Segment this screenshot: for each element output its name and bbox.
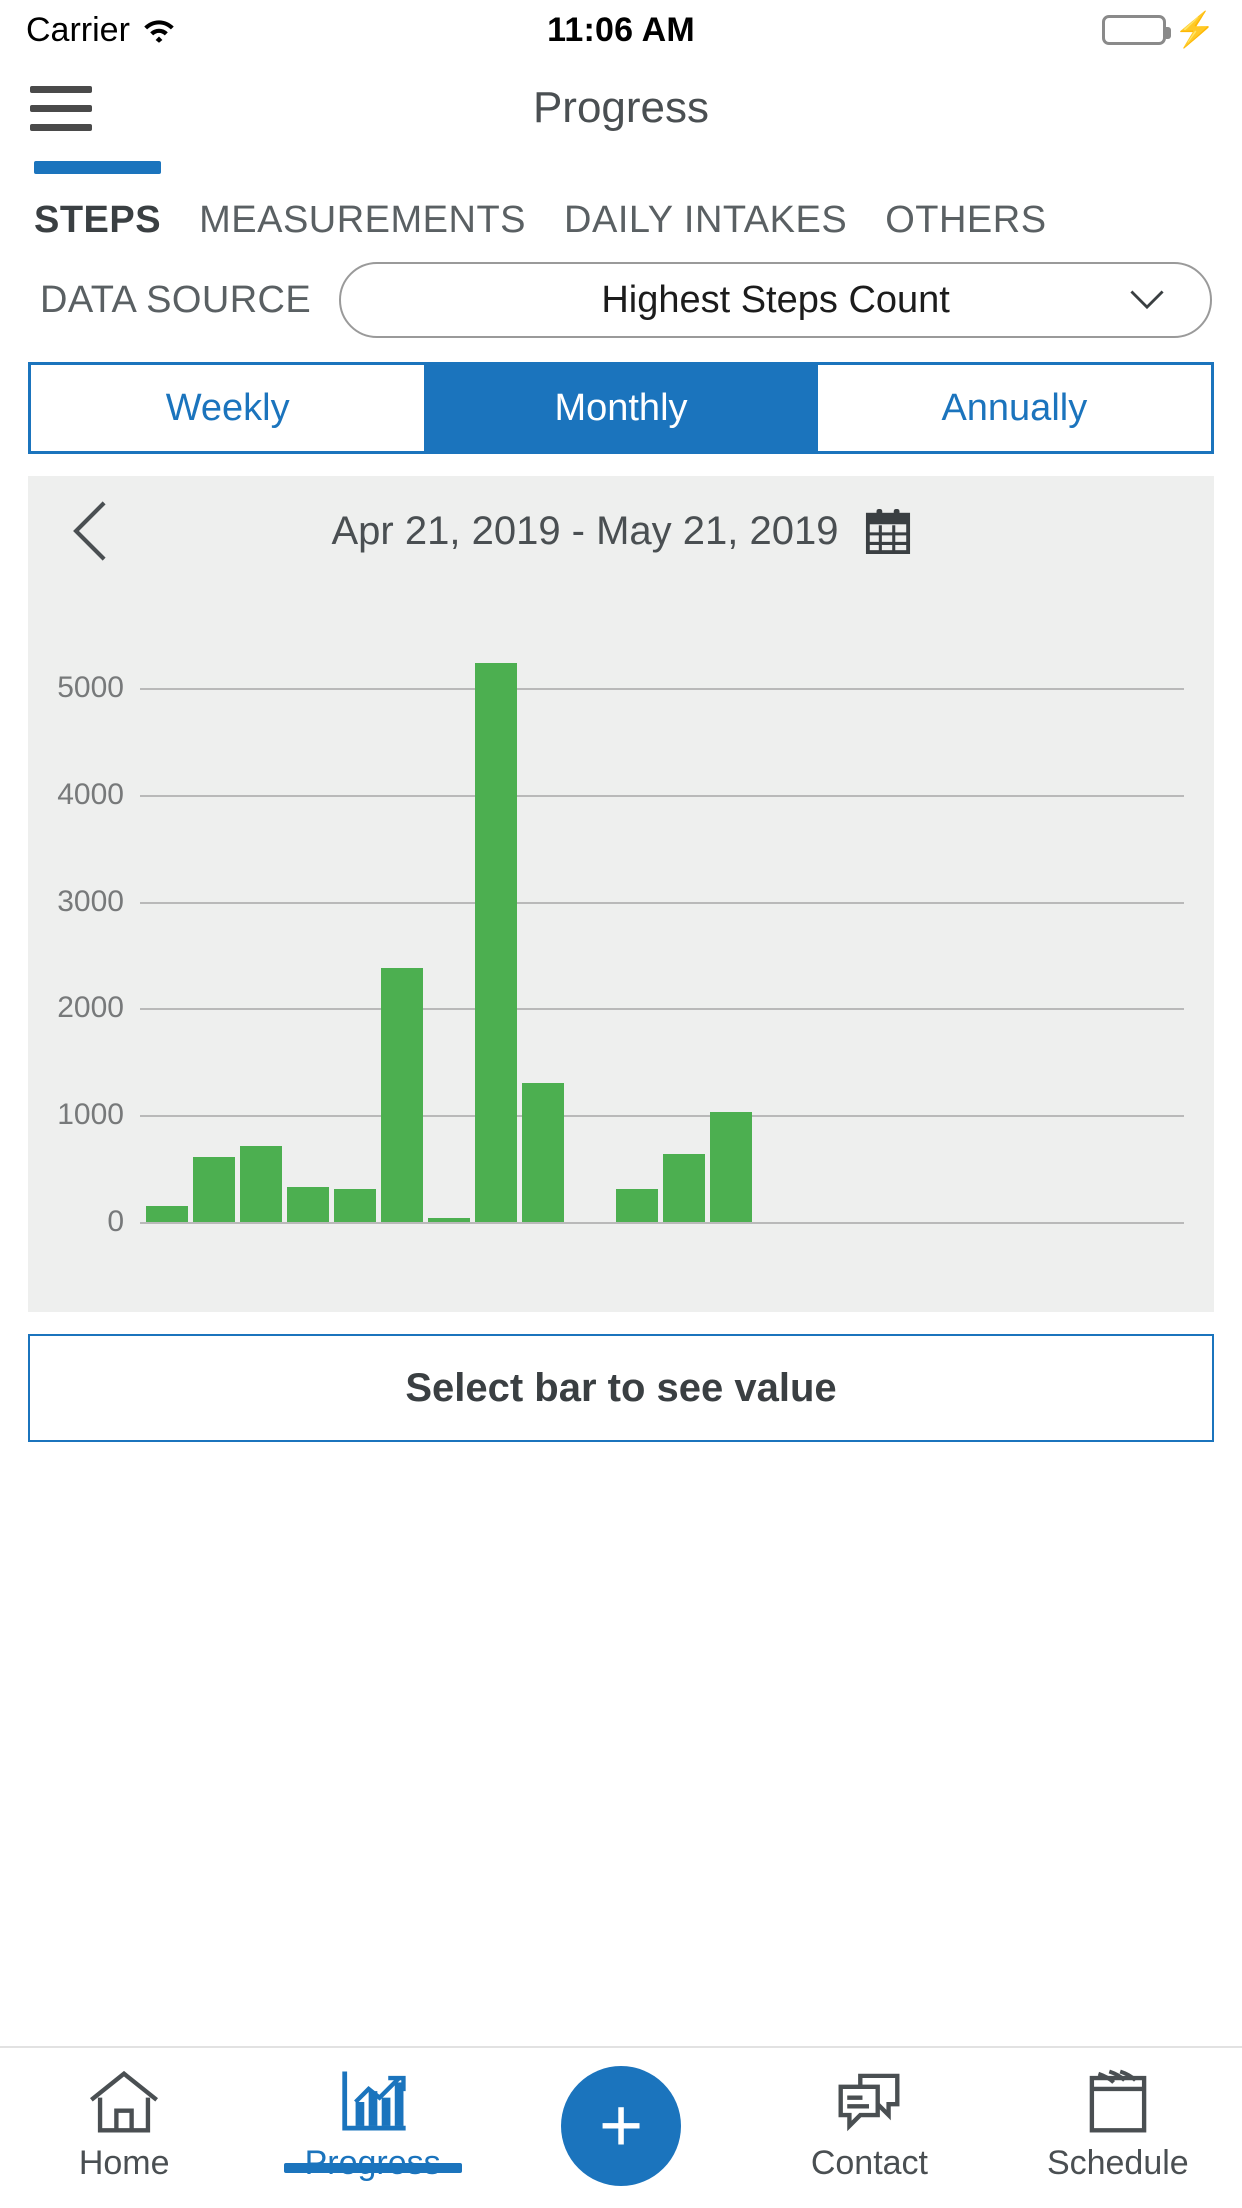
nav-label: Home	[78, 2144, 170, 2182]
calendar-icon[interactable]	[865, 507, 911, 555]
chart-bar[interactable]	[381, 967, 423, 1222]
nav-item-add[interactable]: +	[497, 2048, 745, 2186]
chart-bar[interactable]	[334, 1188, 376, 1222]
chart-bar[interactable]	[240, 1146, 282, 1222]
tab-active-indicator	[885, 161, 1046, 174]
nav-item-schedule[interactable]: Schedule	[994, 2048, 1242, 2183]
nav-item-progress[interactable]: Progress	[248, 2048, 496, 2183]
chart-gridline	[140, 1222, 1184, 1224]
y-axis-tick-label: 2000	[57, 991, 124, 1025]
select-bar-hint[interactable]: Select bar to see value	[28, 1334, 1214, 1442]
date-range-wrap: Apr 21, 2019 - May 21, 2019	[28, 507, 1214, 555]
lightning-bolt-icon: ⚡	[1173, 11, 1216, 49]
chart-date-header: Apr 21, 2019 - May 21, 2019	[28, 476, 1214, 586]
chevron-left-icon[interactable]	[68, 501, 114, 561]
tab-daily-intakes[interactable]: DAILY INTAKES	[564, 199, 847, 248]
tab-label: OTHERS	[885, 199, 1047, 241]
add-fab-button[interactable]: +	[561, 2066, 682, 2186]
data-source-label: DATA SOURCE	[40, 278, 312, 321]
calendar-icon	[1081, 2064, 1155, 2140]
chart-bar[interactable]	[146, 1205, 188, 1222]
carrier-label: Carrier	[26, 10, 130, 49]
status-bar-right: ⚡	[695, 13, 1216, 47]
date-range-label: Apr 21, 2019 - May 21, 2019	[331, 508, 839, 553]
plot-area: 0 1000 2000 3000 4000 5000	[28, 586, 1214, 1286]
tab-active-indicator	[34, 161, 162, 174]
bar-chart-plot[interactable]: 0 1000 2000 3000 4000 5000	[28, 586, 1214, 1286]
y-axis-tick-label: 4000	[57, 777, 124, 811]
nav-item-home[interactable]: Home	[0, 2048, 248, 2183]
chart-bar[interactable]	[428, 1217, 470, 1222]
status-bar: Carrier 11:06 AM ⚡	[0, 0, 1242, 60]
wifi-icon	[144, 20, 174, 43]
chart-bar[interactable]	[193, 1156, 235, 1222]
tab-others[interactable]: OTHERS	[885, 199, 1046, 248]
y-axis-tick-label: 1000	[57, 1098, 124, 1132]
chart-bar[interactable]	[616, 1188, 658, 1222]
bottom-navigation: Home Progress +	[0, 2046, 1242, 2208]
data-source-row: DATA SOURCE Highest Steps Count	[0, 248, 1242, 338]
segment-weekly[interactable]: Weekly	[31, 365, 425, 451]
chat-bubbles-icon	[832, 2064, 906, 2140]
chart-bar[interactable]	[522, 1083, 564, 1222]
tab-measurements[interactable]: MEASUREMENTS	[199, 199, 526, 248]
period-segmented-control: Weekly Monthly Annually	[28, 362, 1214, 454]
chart-bar[interactable]	[475, 663, 517, 1222]
nav-item-contact[interactable]: Contact	[745, 2048, 993, 2183]
nav-label: Contact	[810, 2144, 929, 2182]
top-tabs: STEPS MEASUREMENTS DAILY INTAKES OTHERS	[0, 156, 1242, 248]
tab-label: MEASUREMENTS	[199, 199, 527, 241]
chart-card: Apr 21, 2019 - May 21, 2019 0 1000 2000 300…	[28, 476, 1214, 1312]
tab-active-indicator	[199, 161, 526, 174]
home-icon	[87, 2064, 161, 2140]
status-bar-left: Carrier	[26, 11, 547, 50]
tab-active-indicator	[564, 161, 847, 174]
data-source-select[interactable]: Highest Steps Count	[339, 262, 1212, 338]
tab-label: DAILY INTAKES	[564, 199, 848, 241]
data-source-value: Highest Steps Count	[601, 278, 950, 321]
plus-icon: +	[598, 2083, 644, 2168]
battery-icon	[1101, 15, 1171, 45]
chart-bar[interactable]	[287, 1186, 329, 1222]
page-title: Progress	[532, 83, 710, 132]
chevron-down-icon	[1130, 290, 1164, 310]
bar-chart-icon	[336, 2064, 410, 2140]
chart-bar[interactable]	[663, 1153, 705, 1222]
segment-annually[interactable]: Annually	[817, 365, 1211, 451]
segment-monthly[interactable]: Monthly	[424, 365, 818, 451]
y-axis-tick-label: 5000	[57, 671, 124, 705]
app-navbar: Progress	[0, 60, 1242, 156]
tab-label: STEPS	[34, 199, 162, 241]
chart-bars	[146, 586, 846, 1222]
nav-active-indicator	[283, 2163, 462, 2173]
nav-label: Schedule	[1046, 2144, 1189, 2182]
y-axis-tick-label: 3000	[57, 884, 124, 918]
chart-bar[interactable]	[710, 1112, 752, 1222]
tab-steps[interactable]: STEPS	[34, 161, 162, 248]
y-axis-tick-label: 0	[107, 1205, 124, 1238]
status-bar-time: 11:06 AM	[547, 10, 695, 49]
